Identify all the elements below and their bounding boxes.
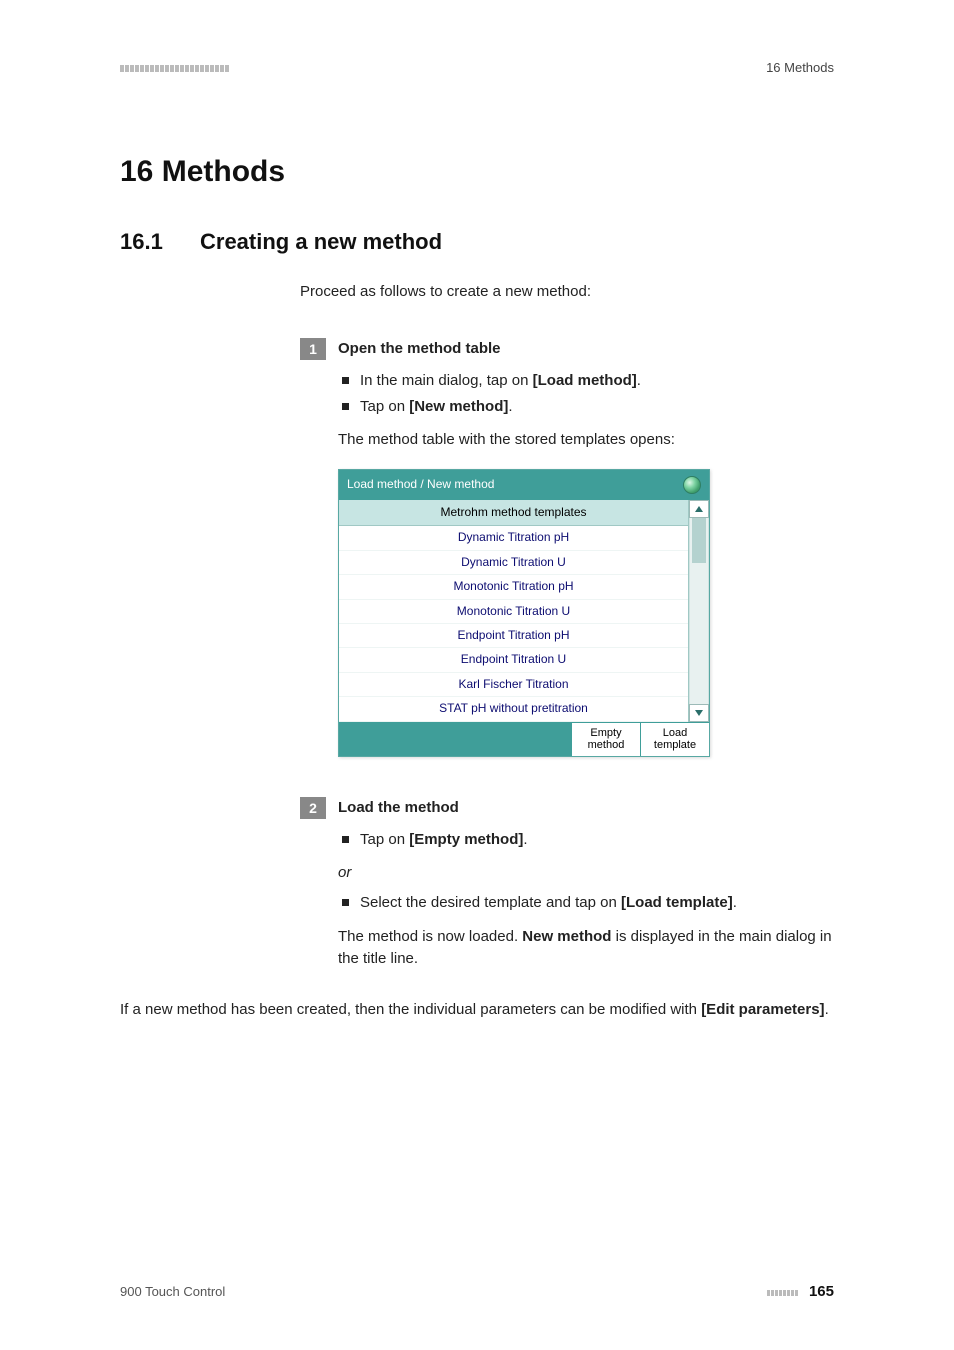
step-2-title: Load the method	[338, 797, 834, 819]
list-item[interactable]: Dynamic Titration pH	[339, 526, 688, 550]
closing-paragraph: If a new method has been created, then t…	[120, 999, 834, 1021]
list-item[interactable]: Endpoint Titration U	[339, 648, 688, 672]
dialog-footer: Emptymethod Loadtemplate	[339, 722, 709, 756]
section-heading: Creating a new method	[200, 229, 442, 254]
step-1-result: The method table with the stored templat…	[338, 429, 834, 451]
step-1-number: 1	[300, 338, 326, 360]
dialog-title: Load method / New method	[347, 476, 494, 493]
step-2-or: or	[338, 862, 834, 884]
triangle-up-icon	[694, 505, 704, 513]
step-1-title: Open the method table	[338, 338, 834, 360]
section-number: 16.1	[120, 229, 200, 255]
load-template-button[interactable]: Loadtemplate	[640, 722, 709, 756]
scroll-down-button[interactable]	[689, 704, 709, 722]
globe-icon[interactable]	[683, 476, 701, 494]
triangle-down-icon	[694, 709, 704, 717]
page-footer: 900 Touch Control 165	[120, 1283, 834, 1300]
scroll-track[interactable]	[689, 518, 709, 704]
header-right: 16 Methods	[766, 60, 834, 75]
step-2: 2 Load the method Tap on [Empty method].…	[300, 797, 834, 970]
step-1-bullet-2: Tap on [New method].	[338, 396, 834, 418]
template-list: Metrohm method templates Dynamic Titrati…	[339, 500, 688, 722]
intro-text: Proceed as follows to create a new metho…	[300, 281, 834, 302]
list-item[interactable]: Dynamic Titration U	[339, 551, 688, 575]
dialog-titlebar: Load method / New method	[339, 470, 709, 500]
step-2-bullet-2: Select the desired template and tap on […	[338, 892, 834, 914]
template-list-header: Metrohm method templates	[339, 500, 688, 526]
header-dashes	[120, 60, 230, 75]
step-2-bullet-1: Tap on [Empty method].	[338, 829, 834, 851]
footer-right: 165	[767, 1283, 834, 1300]
empty-method-button[interactable]: Emptymethod	[571, 722, 640, 756]
footer-left: 900 Touch Control	[120, 1284, 225, 1299]
step-1-bullet-1: In the main dialog, tap on [Load method]…	[338, 370, 834, 392]
scroll-thumb[interactable]	[692, 518, 706, 563]
method-template-dialog: Load method / New method Metrohm method …	[338, 469, 710, 757]
step-2-result: The method is now loaded. New method is …	[338, 926, 834, 970]
step-1: 1 Open the method table In the main dial…	[300, 338, 834, 767]
chapter-title: 16 Methods	[120, 155, 834, 189]
footer-dashes	[767, 1284, 803, 1299]
list-item[interactable]: Monotonic Titration U	[339, 600, 688, 624]
page-header: 16 Methods	[120, 60, 834, 75]
list-item[interactable]: STAT pH without pretitration	[339, 697, 688, 721]
list-item[interactable]: Karl Fischer Titration	[339, 673, 688, 697]
scrollbar[interactable]	[688, 500, 709, 722]
list-item[interactable]: Endpoint Titration pH	[339, 624, 688, 648]
page-number: 165	[809, 1283, 834, 1300]
section-title: 16.1Creating a new method	[120, 229, 834, 255]
step-2-number: 2	[300, 797, 326, 819]
list-item[interactable]: Monotonic Titration pH	[339, 575, 688, 599]
scroll-up-button[interactable]	[689, 500, 709, 518]
